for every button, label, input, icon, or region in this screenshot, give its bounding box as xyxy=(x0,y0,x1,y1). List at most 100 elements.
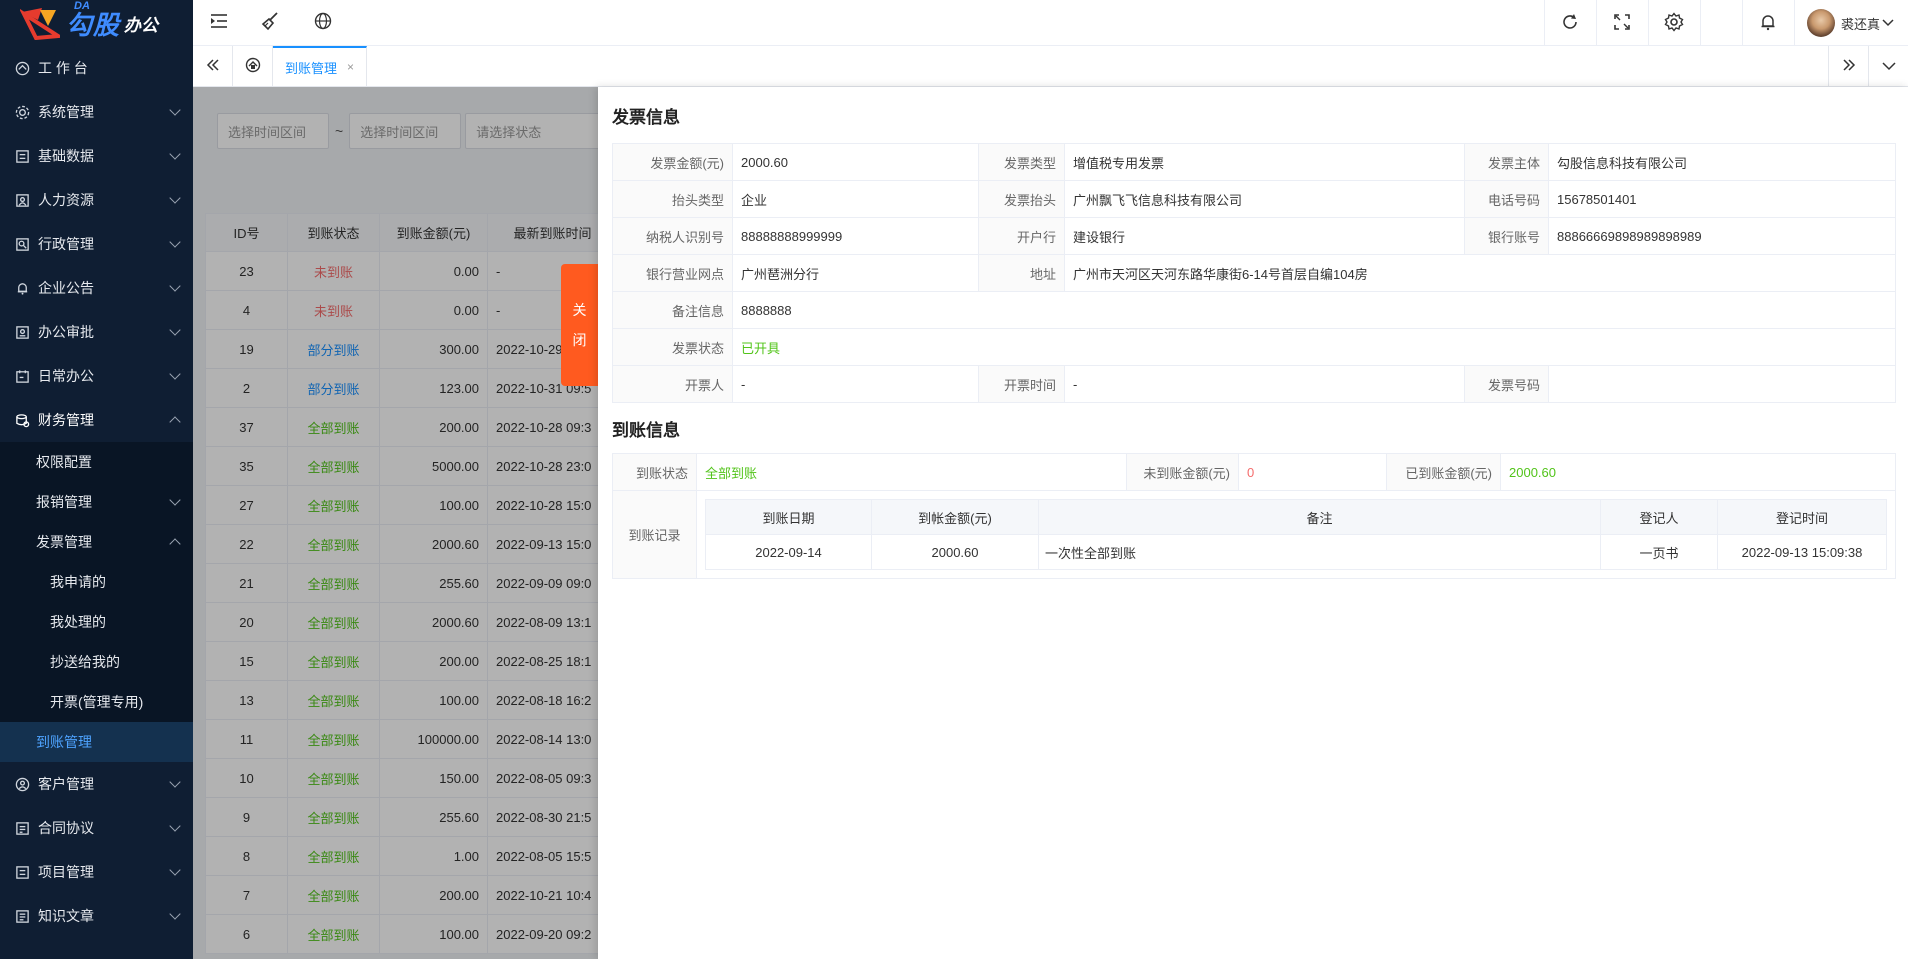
table-row: 到账记录 到账日期 到帐金额(元) 备注 登记人 登记时间 2022-09-14… xyxy=(612,490,1896,579)
refresh-icon xyxy=(1561,13,1579,34)
menu-fold-button[interactable] xyxy=(193,0,245,46)
close-drawer-button[interactable]: 关 闭 xyxy=(561,264,598,386)
table-row: 纳税人识别号 88888888999999 开户行 建设银行 银行账号 8886… xyxy=(612,217,1896,255)
record-amount: 2000.60 xyxy=(871,534,1039,570)
invoice-time-label: 开票时间 xyxy=(978,365,1065,403)
arrival-section-title: 到账信息 xyxy=(612,420,680,440)
sidebar-subitem-label: 权限配置 xyxy=(36,454,92,470)
sidebar-item-finance[interactable]: 财务管理 xyxy=(0,398,193,442)
chevron-down-icon xyxy=(1881,58,1896,74)
table-row: 备注信息 8888888 xyxy=(612,291,1896,329)
head-type-label: 抬头类型 xyxy=(612,180,733,218)
fullscreen-icon xyxy=(1614,13,1631,33)
fullscreen-button[interactable] xyxy=(1595,0,1648,46)
sidebar-item-customer[interactable]: 客户管理 xyxy=(0,762,193,806)
sidebar-subitem-permission[interactable]: 权限配置 xyxy=(0,442,193,482)
refresh-button[interactable] xyxy=(1543,0,1596,46)
bell-icon xyxy=(14,280,30,296)
invoice-head-label: 发票抬头 xyxy=(978,180,1065,218)
table-row: 到账状态 全部到账 未到账金额(元) 0 已到账金额(元) 2000.60 xyxy=(612,453,1896,491)
sidebar-subitem-my-applied[interactable]: 我申请的 xyxy=(0,562,193,602)
tab-scroll-right-button[interactable] xyxy=(1828,46,1868,86)
paid-value: 2000.60 xyxy=(1500,453,1896,491)
chevron-up-icon xyxy=(169,416,181,428)
arrival-info-table: 到账状态 全部到账 未到账金额(元) 0 已到账金额(元) 2000.60 到账… xyxy=(612,453,1896,579)
tab-arrival-management[interactable]: 到账管理 × xyxy=(273,46,368,86)
user-menu[interactable]: 裘还真 xyxy=(1793,0,1908,46)
sidebar-item-dashboard[interactable]: 工 作 台 xyxy=(0,46,193,90)
sidebar-item-label: 日常办公 xyxy=(38,368,94,384)
tab-menu-button[interactable] xyxy=(1868,46,1908,86)
taxid-label: 纳税人识别号 xyxy=(612,217,733,255)
sidebar-subitem-label: 报销管理 xyxy=(36,494,92,510)
chevron-down-icon xyxy=(169,104,181,116)
tab-label: 到账管理 xyxy=(285,60,338,76)
sidebar-subitem-issue-admin[interactable]: 开票(管理专用) xyxy=(0,682,193,722)
notification-button[interactable] xyxy=(1741,0,1794,46)
sidebar-item-notice[interactable]: 企业公告 xyxy=(0,266,193,310)
dashboard-icon xyxy=(14,60,30,76)
sidebar-subitem-cc-me[interactable]: 抄送给我的 xyxy=(0,642,193,682)
chevron-down-icon xyxy=(169,820,181,832)
sidebar-item-label: 客户管理 xyxy=(38,776,94,792)
col-header-remark: 备注 xyxy=(1038,499,1601,535)
modal-mask[interactable] xyxy=(193,87,598,959)
invoice-time-value: - xyxy=(1064,365,1465,403)
sidebar-subitem-label: 我处理的 xyxy=(50,614,106,630)
header-spacer xyxy=(1699,0,1742,46)
sidebar-item-article[interactable]: 知识文章 xyxy=(0,894,193,938)
globe-icon xyxy=(314,12,332,33)
sidebar-subitem-arrival[interactable]: 到账管理 xyxy=(0,722,193,762)
table-row: 发票金额(元) 2000.60 发票类型 增值税专用发票 发票主体 勾股信息科技… xyxy=(612,143,1896,181)
col-header-registrar: 登记人 xyxy=(1600,499,1718,535)
invoice-status-value: 已开具 xyxy=(732,328,1896,366)
tab-scroll-left-button[interactable] xyxy=(193,46,233,86)
approval-icon xyxy=(14,324,30,340)
settings-icon xyxy=(14,104,30,120)
drawer-person-value: - xyxy=(732,365,979,403)
tab-home-button[interactable] xyxy=(233,46,273,86)
sidebar-item-label: 企业公告 xyxy=(38,280,94,296)
double-chevron-left-icon xyxy=(206,58,220,75)
logo[interactable]: 勾股 办公 DA xyxy=(0,0,193,46)
invoice-head-value: 广州飘飞飞信息科技有限公司 xyxy=(1064,180,1465,218)
address-value: 广州市天河区天河东路华康街6-14号首层自编104房 xyxy=(1064,254,1896,292)
invoice-subject-value: 勾股信息科技有限公司 xyxy=(1548,143,1896,181)
sidebar-item-basic-data[interactable]: 基础数据 xyxy=(0,134,193,178)
sidebar-item-label: 项目管理 xyxy=(38,864,94,880)
theme-settings-button[interactable] xyxy=(1647,0,1700,46)
sidebar-item-approval[interactable]: 办公审批 xyxy=(0,310,193,354)
sidebar-item-system[interactable]: 系统管理 xyxy=(0,90,193,134)
admin-icon xyxy=(14,236,30,252)
bank-label: 开户行 xyxy=(978,217,1065,255)
invoice-section-title: 发票信息 xyxy=(612,107,680,127)
sidebar-item-label: 人力资源 xyxy=(38,192,94,208)
table-row: 2022-09-14 2000.60 一次性全部到账 一页书 2022-09-1… xyxy=(705,534,1887,570)
record-date: 2022-09-14 xyxy=(705,534,872,570)
sidebar-item-daily[interactable]: 日常办公 xyxy=(0,354,193,398)
logo-da-text: DA xyxy=(74,0,90,12)
chevron-down-icon xyxy=(169,368,181,380)
sidebar-item-hr[interactable]: 人力资源 xyxy=(0,178,193,222)
article-icon xyxy=(14,908,30,924)
sidebar-subitem-reimburse[interactable]: 报销管理 xyxy=(0,482,193,522)
clear-cache-button[interactable] xyxy=(245,0,297,46)
chevron-up-icon xyxy=(169,538,181,550)
sidebar-item-contract[interactable]: 合同协议 xyxy=(0,806,193,850)
sidebar-item-project[interactable]: 项目管理 xyxy=(0,850,193,894)
bank-value: 建设银行 xyxy=(1064,217,1465,255)
website-button[interactable] xyxy=(297,0,349,46)
close-drawer-label: 闭 xyxy=(572,332,587,348)
bell-icon xyxy=(1759,13,1777,34)
sidebar-subitem-label: 抄送给我的 xyxy=(50,654,120,670)
arrival-status-label: 到账状态 xyxy=(612,453,697,491)
record-register-time: 2022-09-13 15:09:38 xyxy=(1717,534,1887,570)
sidebar-subitem-my-handled[interactable]: 我处理的 xyxy=(0,602,193,642)
sidebar-item-admin[interactable]: 行政管理 xyxy=(0,222,193,266)
sidebar-subitem-invoice[interactable]: 发票管理 xyxy=(0,522,193,562)
invoice-type-value: 增值税专用发票 xyxy=(1064,143,1465,181)
gear-icon xyxy=(1664,11,1684,35)
chevron-down-icon xyxy=(169,236,181,248)
chevron-down-icon xyxy=(1882,16,1894,31)
close-icon[interactable]: × xyxy=(347,60,354,74)
